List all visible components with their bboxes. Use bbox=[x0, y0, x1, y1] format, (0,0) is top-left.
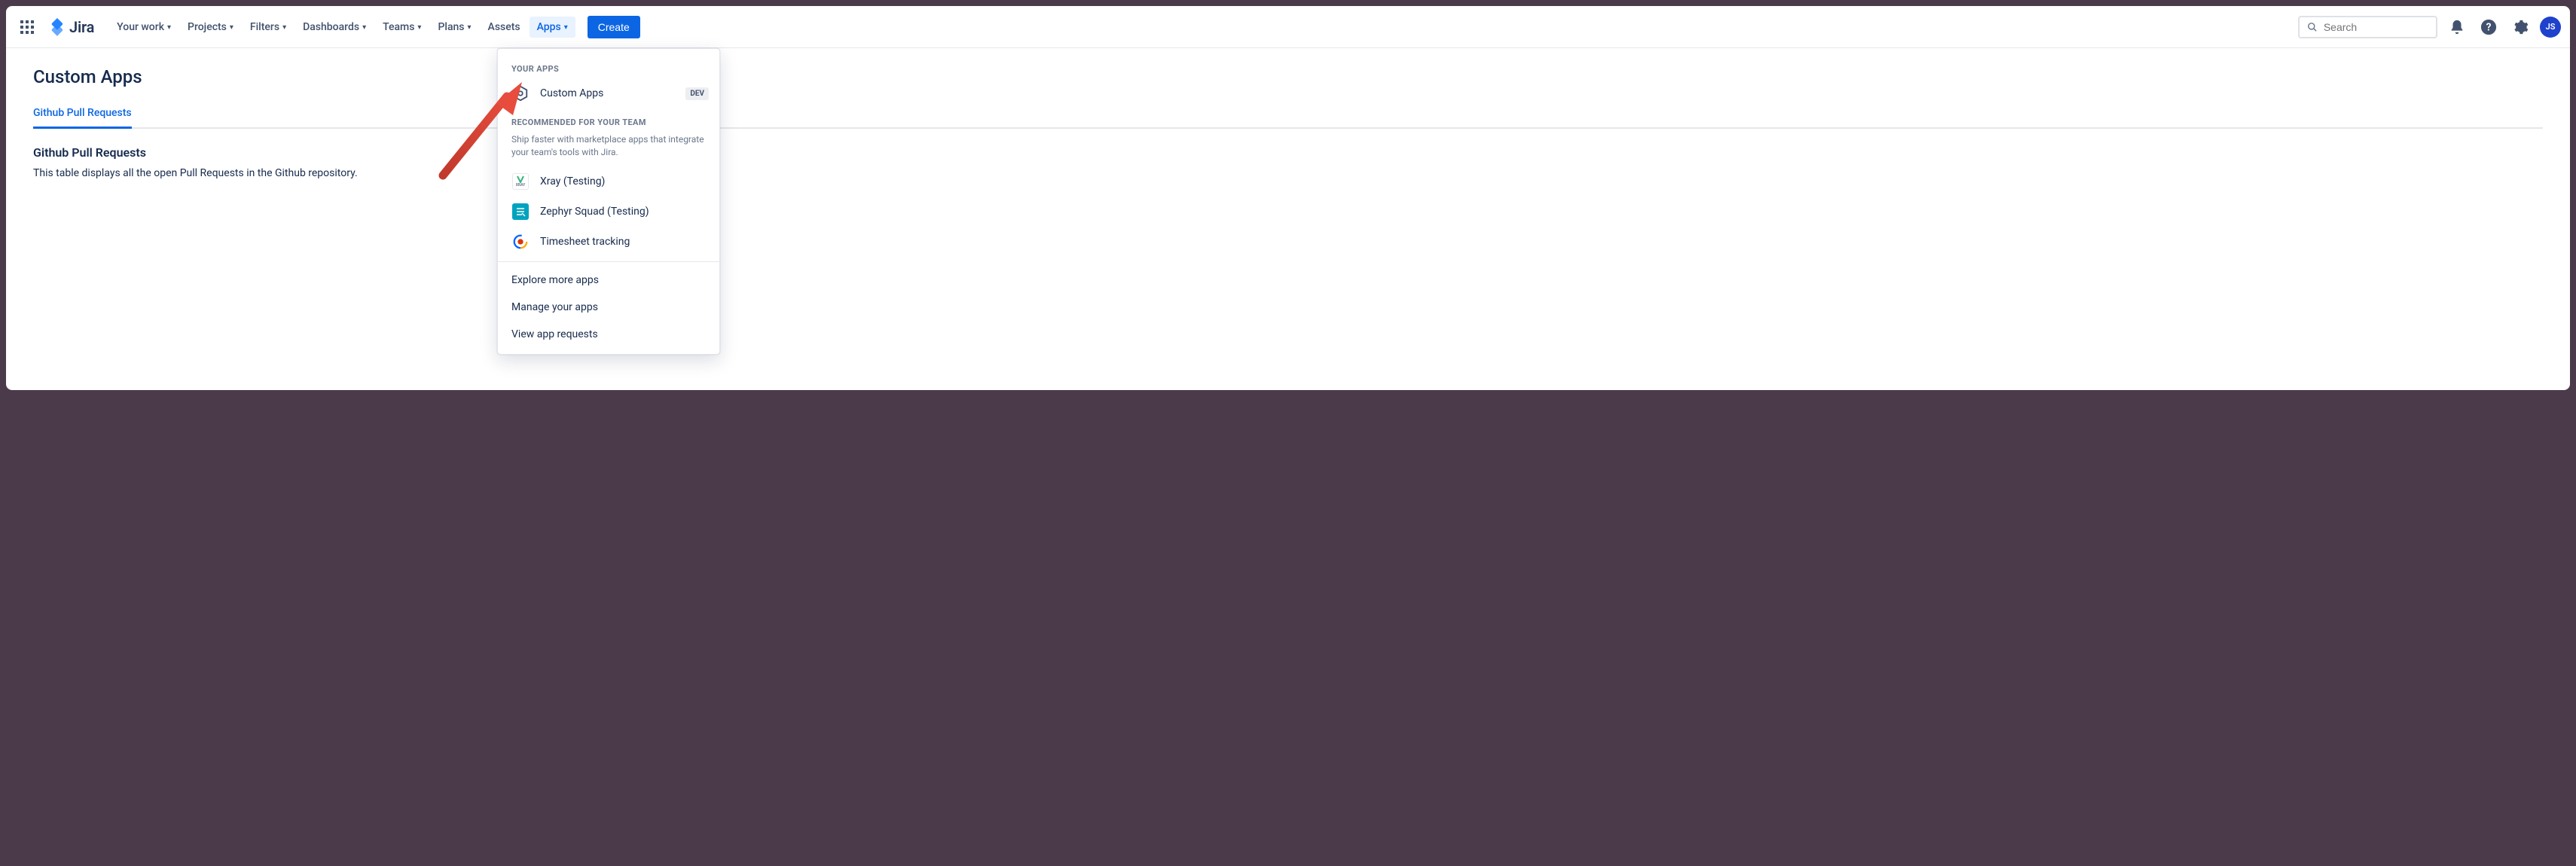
search-field[interactable] bbox=[2298, 16, 2437, 38]
page-content: Custom Apps Github Pull Requests Github … bbox=[6, 48, 2570, 197]
nav-label: Apps bbox=[537, 21, 561, 33]
nav-label: Plans bbox=[438, 21, 464, 33]
nav-label: Filters bbox=[250, 21, 279, 33]
jira-logo-icon bbox=[48, 18, 66, 36]
dropdown-item-zephyr[interactable]: Zephyr Squad (Testing) bbox=[498, 197, 719, 227]
dropdown-item-label: Xray (Testing) bbox=[540, 175, 605, 188]
app-window: Jira Your work▾ Projects▾ Filters▾ Dashb… bbox=[6, 6, 2570, 390]
dropdown-item-xray[interactable]: XRAY Xray (Testing) bbox=[498, 166, 719, 197]
apps-dropdown: YOUR APPS Custom Apps DEV RECOMMENDED FO… bbox=[497, 48, 720, 355]
dropdown-recommended-label: RECOMMENDED FOR YOUR TEAM bbox=[498, 108, 719, 132]
section-heading: Github Pull Requests bbox=[33, 145, 2543, 160]
chevron-down-icon: ▾ bbox=[282, 23, 286, 32]
chevron-down-icon: ▾ bbox=[167, 23, 171, 32]
nav-label: Your work bbox=[117, 21, 164, 33]
search-input[interactable] bbox=[2324, 21, 2428, 33]
dropdown-divider bbox=[498, 261, 719, 262]
dropdown-manage-link[interactable]: Manage your apps bbox=[498, 294, 719, 321]
dev-badge: DEV bbox=[685, 87, 709, 100]
nav-dashboards[interactable]: Dashboards▾ bbox=[295, 17, 374, 38]
nav-filters[interactable]: Filters▾ bbox=[243, 17, 294, 38]
dropdown-view-requests-link[interactable]: View app requests bbox=[498, 321, 719, 348]
zephyr-icon bbox=[511, 203, 530, 221]
jira-logo[interactable]: Jira bbox=[48, 18, 94, 36]
section-description: This table displays all the open Pull Re… bbox=[33, 167, 2543, 179]
dropdown-item-custom-apps[interactable]: Custom Apps DEV bbox=[498, 78, 719, 108]
nav-assets[interactable]: Assets bbox=[481, 17, 528, 38]
top-navigation: Jira Your work▾ Projects▾ Filters▾ Dashb… bbox=[6, 6, 2570, 48]
search-icon bbox=[2307, 21, 2318, 33]
nav-label: Dashboards bbox=[303, 21, 359, 33]
nav-plans[interactable]: Plans ▾ bbox=[430, 17, 478, 38]
notifications-icon[interactable] bbox=[2445, 15, 2469, 39]
page-title: Custom Apps bbox=[33, 66, 2543, 87]
dropdown-explore-link[interactable]: Explore more apps bbox=[498, 267, 719, 294]
settings-icon[interactable] bbox=[2508, 15, 2532, 39]
dropdown-item-label: Timesheet tracking bbox=[540, 236, 630, 248]
nav-apps[interactable]: Apps▾ bbox=[530, 17, 575, 38]
nav-label: Assets bbox=[488, 21, 520, 33]
xray-icon: XRAY bbox=[511, 172, 530, 191]
chevron-down-icon: ▾ bbox=[468, 23, 472, 32]
chevron-down-icon: ▾ bbox=[362, 23, 366, 32]
tab-github-prs[interactable]: Github Pull Requests bbox=[33, 101, 132, 129]
custom-apps-icon bbox=[511, 84, 530, 102]
nav-your-work[interactable]: Your work▾ bbox=[109, 17, 179, 38]
dropdown-recommended-desc: Ship faster with marketplace apps that i… bbox=[498, 132, 719, 166]
nav-left: Jira Your work▾ Projects▾ Filters▾ Dashb… bbox=[15, 15, 640, 39]
dropdown-item-timesheet[interactable]: Timesheet tracking bbox=[498, 227, 719, 257]
brand-text: Jira bbox=[69, 18, 94, 36]
dropdown-item-label: Custom Apps bbox=[540, 87, 603, 99]
nav-projects[interactable]: Projects▾ bbox=[180, 17, 241, 38]
nav-label: Projects bbox=[188, 21, 227, 33]
dropdown-your-apps-label: YOUR APPS bbox=[498, 55, 719, 78]
help-icon[interactable]: ? bbox=[2477, 15, 2501, 39]
chevron-down-icon: ▾ bbox=[564, 23, 568, 32]
chevron-down-icon: ▾ bbox=[417, 23, 421, 32]
create-button[interactable]: Create bbox=[588, 16, 640, 38]
nav-items: Your work▾ Projects▾ Filters▾ Dashboards… bbox=[109, 16, 640, 38]
nav-teams[interactable]: Teams▾ bbox=[375, 17, 429, 38]
svg-text:?: ? bbox=[2486, 21, 2492, 33]
tabs: Github Pull Requests bbox=[33, 101, 2543, 129]
nav-label: Teams bbox=[383, 21, 414, 33]
chevron-down-icon: ▾ bbox=[230, 23, 233, 32]
avatar[interactable]: JS bbox=[2540, 17, 2561, 38]
app-switcher-icon[interactable] bbox=[15, 15, 39, 39]
dropdown-item-label: Zephyr Squad (Testing) bbox=[540, 206, 649, 218]
timesheet-icon bbox=[511, 233, 530, 251]
nav-right: ? JS bbox=[2298, 15, 2561, 39]
